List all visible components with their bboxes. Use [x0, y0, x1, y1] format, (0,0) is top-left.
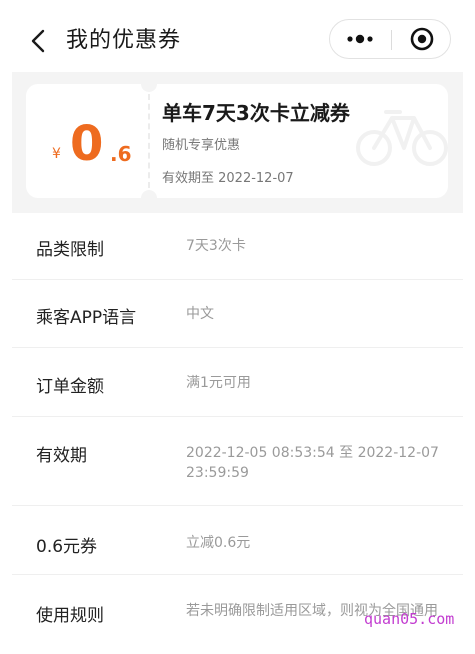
target-circle-icon	[410, 27, 434, 51]
coupon-title: 单车7天3次卡立减券	[162, 101, 350, 125]
site-watermark: quan05.com	[364, 610, 455, 628]
detail-row-validity: 有效期 2022-12-05 08:53:54 至 2022-12-07 23:…	[12, 417, 463, 506]
nav-bar: 我的优惠券	[0, 0, 475, 72]
detail-label: 乘客APP语言	[36, 308, 137, 328]
amount-decimal: .6	[110, 142, 132, 166]
detail-row-discount: 0.6元券 立减0.6元	[12, 506, 463, 575]
detail-row-app-language: 乘客APP语言 中文	[12, 280, 463, 348]
detail-value: 2022-12-05 08:53:54 至 2022-12-07 23:59:5…	[186, 445, 439, 481]
detail-row-order-amount: 订单金额 满1元可用	[12, 348, 463, 417]
coupon-section: ¥ 0 .6 单车7天3次卡立减券 随机专享优惠 有效期至 2022-12-07	[12, 72, 463, 213]
coupon-details-list: 品类限制 7天3次卡 乘客APP语言 中文 订单金额 满1元可用 有效期 202…	[12, 213, 463, 654]
page-title: 我的优惠券	[66, 28, 182, 53]
chevron-left-icon	[31, 29, 45, 53]
detail-row-category: 品类限制 7天3次卡	[12, 213, 463, 280]
detail-label: 品类限制	[36, 240, 104, 260]
currency-symbol: ¥	[52, 146, 61, 162]
close-mini-program-button[interactable]	[392, 20, 452, 58]
back-button[interactable]	[24, 26, 54, 56]
detail-label: 0.6元券	[36, 537, 98, 557]
detail-label: 使用规则	[36, 606, 104, 626]
detail-value: 满1元可用	[186, 375, 251, 391]
coupon-divider	[148, 94, 150, 188]
detail-value: 7天3次卡	[186, 238, 246, 254]
detail-value: 中文	[186, 306, 214, 322]
coupon-notch-top	[141, 84, 157, 92]
detail-label: 有效期	[36, 446, 87, 466]
detail-label: 订单金额	[36, 377, 104, 397]
amount-integer: 0	[70, 116, 104, 172]
detail-value: 立减0.6元	[186, 535, 251, 551]
coupon-notch-bottom	[141, 190, 157, 198]
coupon-valid-until: 有效期至 2022-12-07	[162, 171, 294, 186]
coupon-subtitle: 随机专享优惠	[162, 138, 241, 153]
more-button[interactable]	[330, 20, 390, 58]
mini-program-capsule	[329, 19, 451, 59]
bicycle-icon	[356, 110, 448, 166]
more-dots-icon	[347, 34, 373, 44]
coupon-card: ¥ 0 .6 单车7天3次卡立减券 随机专享优惠 有效期至 2022-12-07	[26, 84, 448, 198]
